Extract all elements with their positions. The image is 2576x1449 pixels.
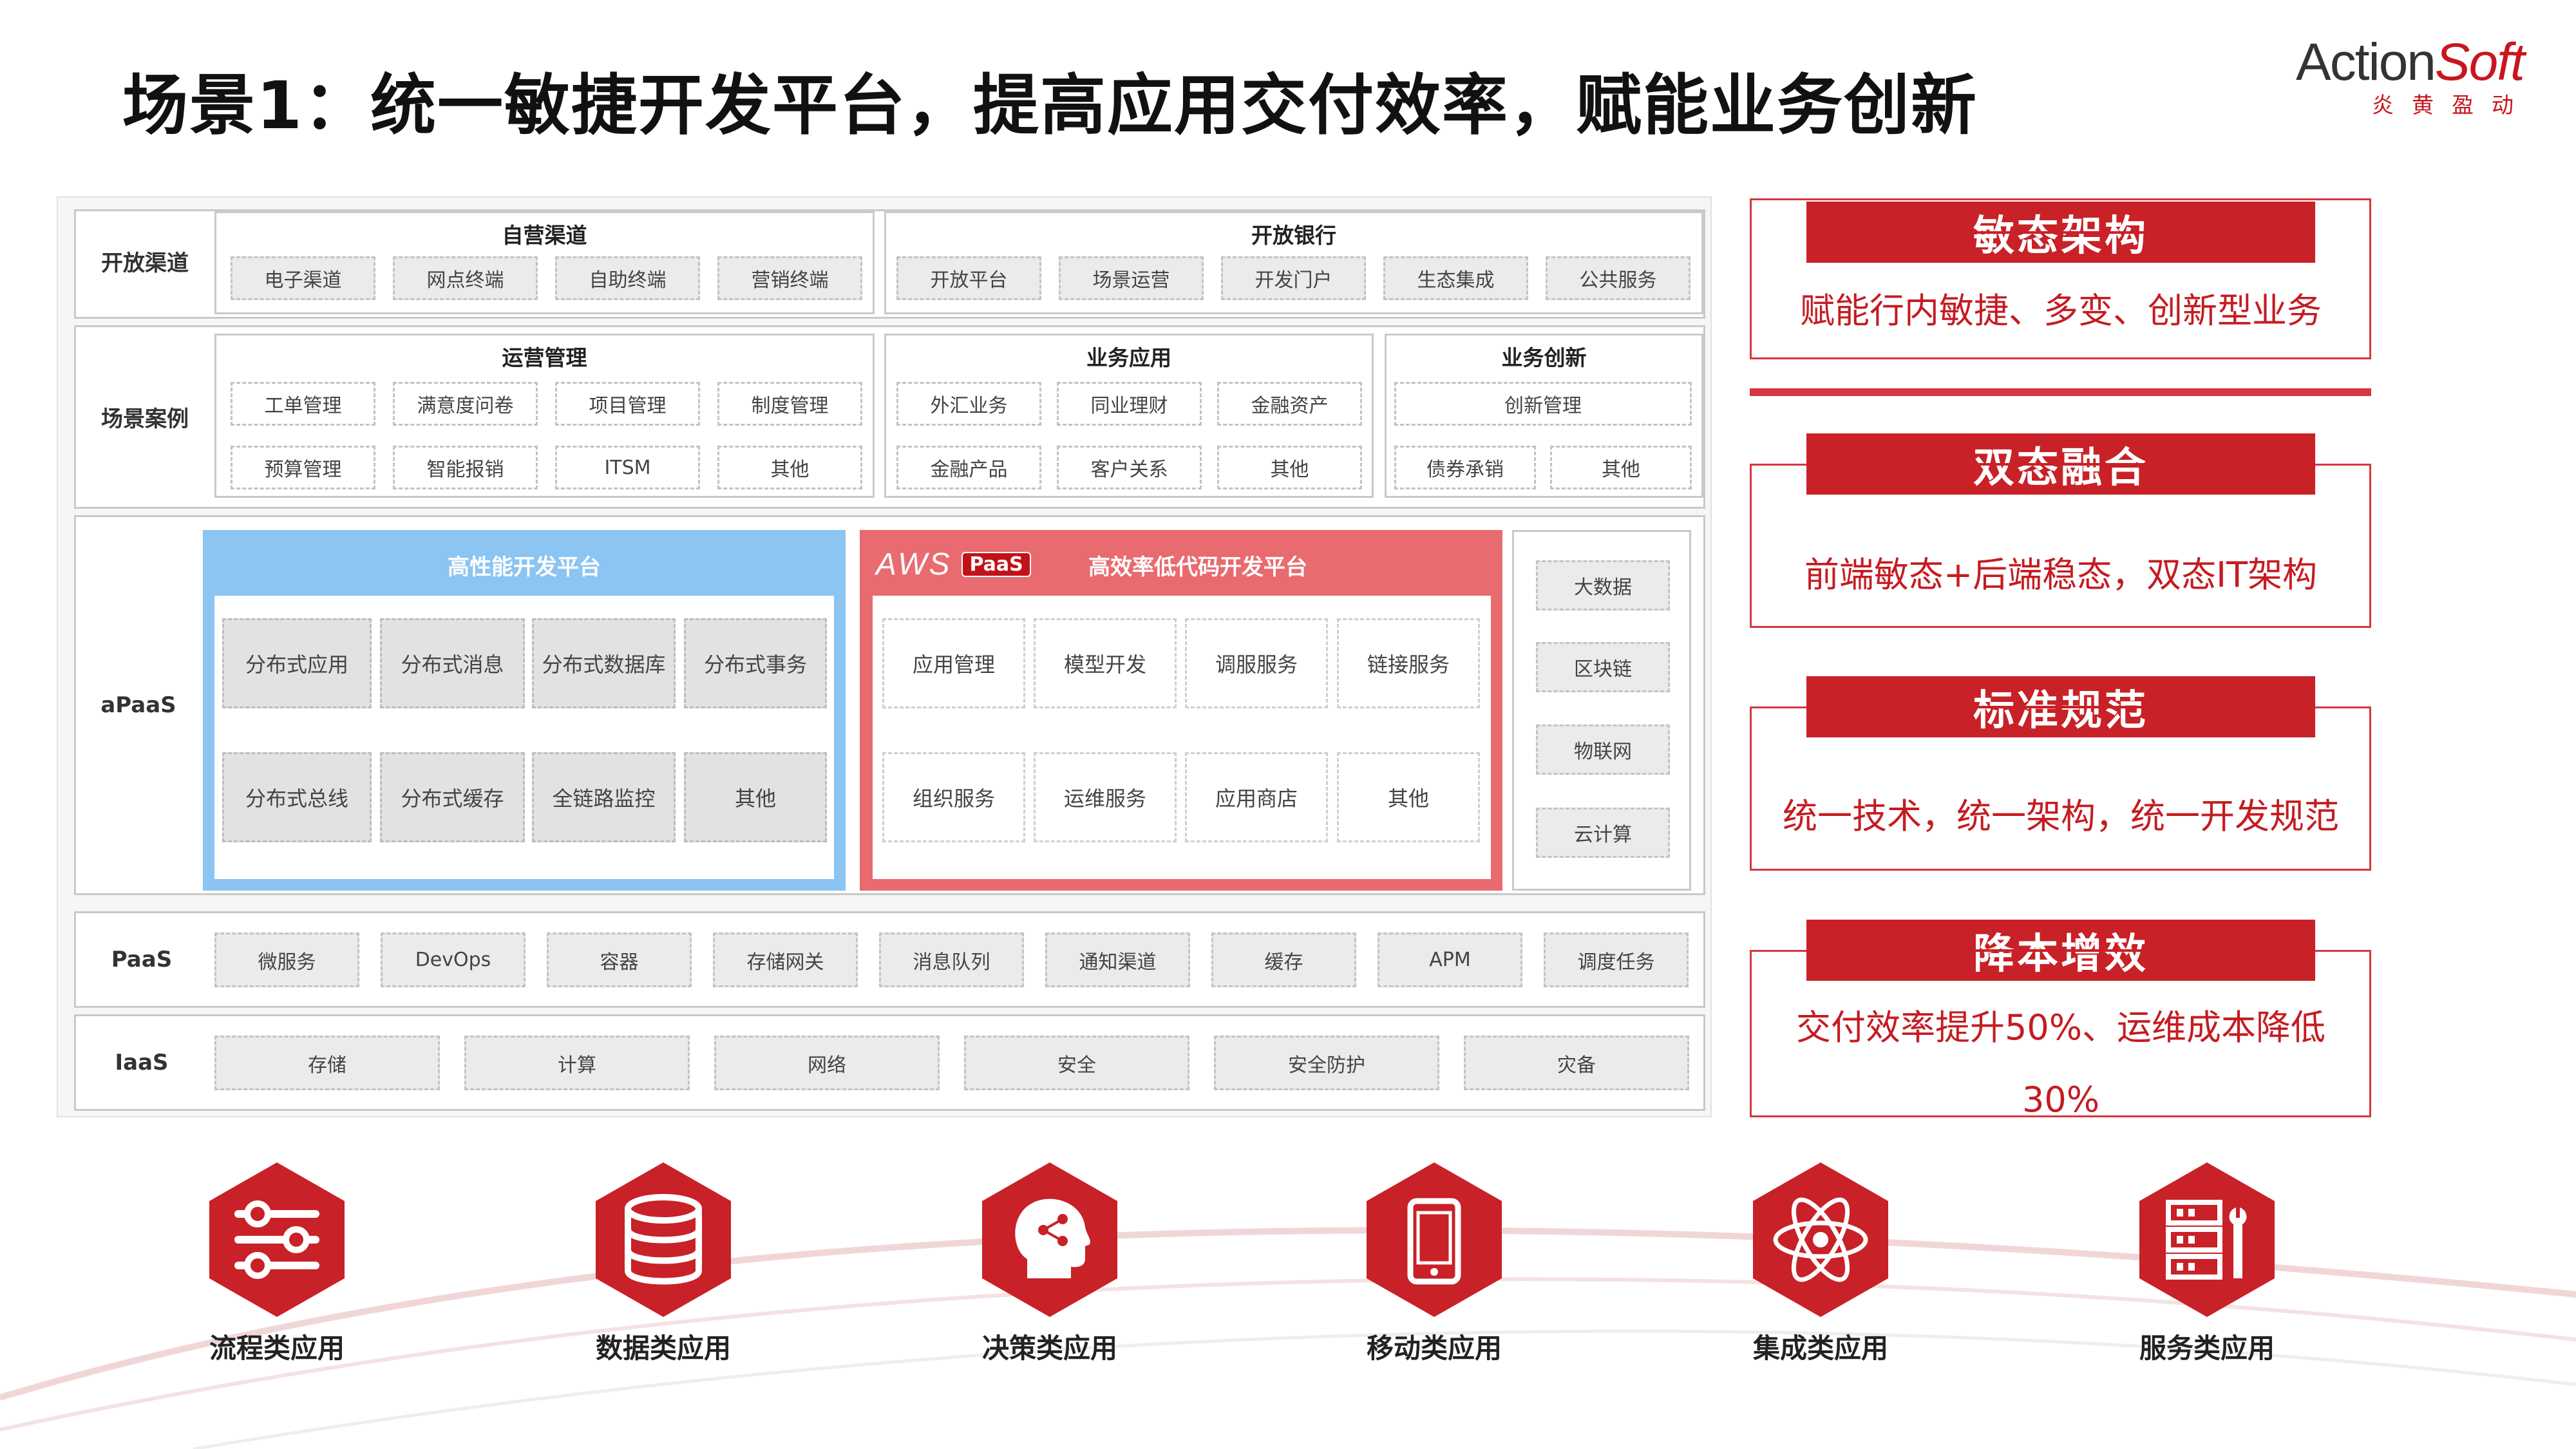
cell-item[interactable]: 微服务 bbox=[214, 933, 359, 987]
low-code-platform-title: 高效率低代码开发平台 bbox=[1088, 554, 1307, 580]
cell-item[interactable]: 其他 bbox=[1550, 446, 1692, 489]
cell-item[interactable]: 公共服务 bbox=[1546, 256, 1690, 300]
cell-item[interactable]: 调服服务 bbox=[1185, 618, 1328, 708]
cell-item[interactable]: 通知渠道 bbox=[1045, 933, 1190, 987]
cell-item[interactable]: 场景运营 bbox=[1059, 256, 1204, 300]
mobile-icon[interactable] bbox=[1367, 1162, 1502, 1317]
actionsoft-logo: ActionSoft 炎黄盈动 bbox=[2296, 33, 2532, 118]
database-icon[interactable] bbox=[596, 1162, 731, 1317]
cell-item[interactable]: ITSM bbox=[555, 446, 700, 489]
value-text: 交付效率提升50%、运维成本降低30% bbox=[1795, 1007, 2326, 1120]
cell-item[interactable]: 模型开发 bbox=[1034, 618, 1177, 708]
group-title: 运营管理 bbox=[502, 345, 587, 370]
row-label-open-channel: 开放渠道 bbox=[101, 250, 189, 276]
cell-item[interactable]: 计算 bbox=[464, 1036, 690, 1090]
cell-item[interactable]: 安全防护 bbox=[1214, 1036, 1439, 1090]
cell-item[interactable]: 全链路监控 bbox=[532, 752, 676, 842]
app-label: 决策类应用 bbox=[981, 1332, 1117, 1364]
cell-item[interactable]: 组织服务 bbox=[882, 752, 1025, 842]
cell-item[interactable]: 物联网 bbox=[1536, 724, 1670, 775]
cell-item[interactable]: 营销终端 bbox=[717, 256, 862, 300]
cell-item[interactable]: 区块链 bbox=[1536, 642, 1670, 692]
cell-item[interactable]: 云计算 bbox=[1536, 808, 1670, 858]
app-label: 流程类应用 bbox=[209, 1332, 345, 1364]
group-title: 自营渠道 bbox=[502, 223, 587, 248]
cell-item[interactable]: 生态集成 bbox=[1383, 256, 1528, 300]
cell-item[interactable]: 预算管理 bbox=[231, 446, 375, 489]
cell-item[interactable]: APM bbox=[1378, 933, 1522, 987]
cell-item[interactable]: 其他 bbox=[717, 446, 862, 489]
cell-item[interactable]: 分布式消息 bbox=[380, 618, 525, 708]
aws-logo: AWS PaaS bbox=[876, 546, 1031, 582]
head-network-icon[interactable] bbox=[982, 1162, 1117, 1317]
cell-item[interactable]: 容器 bbox=[547, 933, 692, 987]
app-label: 集成类应用 bbox=[1752, 1332, 1888, 1364]
value-title: 敏态架构 bbox=[1806, 202, 2315, 263]
atom-icon[interactable] bbox=[1753, 1162, 1888, 1317]
cell-item[interactable]: 灾备 bbox=[1464, 1036, 1689, 1090]
cell-item[interactable]: 应用商店 bbox=[1185, 752, 1328, 842]
value-text: 统一技术，统一架构，统一开发规范 bbox=[1783, 796, 2339, 837]
app-label: 服务类应用 bbox=[2139, 1332, 2275, 1364]
cell-item[interactable]: 调度任务 bbox=[1544, 933, 1689, 987]
cell-item[interactable]: 自助终端 bbox=[555, 256, 700, 300]
cell-item[interactable]: 项目管理 bbox=[555, 382, 700, 426]
group-title: 开放银行 bbox=[1251, 223, 1336, 248]
cell-item[interactable]: 其他 bbox=[684, 752, 827, 842]
value-text: 前端敏态+后端稳态，双态IT架构 bbox=[1804, 554, 2318, 595]
cell-item[interactable]: 分布式总线 bbox=[222, 752, 372, 842]
row-label-paas: PaaS bbox=[111, 947, 173, 972]
cell-item[interactable]: 网络 bbox=[714, 1036, 940, 1090]
cell-item[interactable]: 缓存 bbox=[1211, 933, 1356, 987]
cell-item[interactable]: 其他 bbox=[1337, 752, 1480, 842]
cell-item[interactable]: 债券承销 bbox=[1394, 446, 1536, 489]
row-label-apaas: aPaaS bbox=[100, 692, 176, 718]
cell-item[interactable]: 制度管理 bbox=[717, 382, 862, 426]
group-title: 业务创新 bbox=[1501, 345, 1587, 370]
cell-item[interactable]: 客户关系 bbox=[1057, 446, 1202, 489]
sliders-icon[interactable] bbox=[209, 1162, 345, 1317]
cell-item[interactable]: 安全 bbox=[964, 1036, 1189, 1090]
cell-item[interactable]: 分布式应用 bbox=[222, 618, 372, 708]
cell-item[interactable]: 同业理财 bbox=[1057, 382, 1202, 426]
value-title: 标准规范 bbox=[1806, 676, 2315, 737]
paas-badge: PaaS bbox=[961, 551, 1031, 577]
cell-item[interactable]: 分布式数据库 bbox=[532, 618, 676, 708]
cell-item[interactable]: 网点终端 bbox=[393, 256, 538, 300]
high-performance-platform-title: 高性能开发平台 bbox=[448, 554, 601, 580]
cell-item[interactable]: 链接服务 bbox=[1337, 618, 1480, 708]
cell-item[interactable]: 满意度问卷 bbox=[393, 382, 538, 426]
cell-item[interactable]: 智能报销 bbox=[393, 446, 538, 489]
cell-item[interactable]: 电子渠道 bbox=[231, 256, 375, 300]
cell-item[interactable]: 存储网关 bbox=[713, 933, 858, 987]
cell-item[interactable]: 大数据 bbox=[1536, 560, 1670, 611]
row-label-scenario: 场景案例 bbox=[101, 406, 189, 432]
cell-item[interactable]: 应用管理 bbox=[882, 618, 1025, 708]
cell-item[interactable]: 开发门户 bbox=[1221, 256, 1366, 300]
row-label-iaas: IaaS bbox=[115, 1050, 169, 1075]
cell-item[interactable]: 消息队列 bbox=[879, 933, 1024, 987]
cell-item[interactable]: 开放平台 bbox=[896, 256, 1041, 300]
cell-item[interactable]: 金融资产 bbox=[1217, 382, 1362, 426]
divider-line bbox=[1750, 388, 2371, 396]
value-title: 双态融合 bbox=[1806, 433, 2315, 495]
cell-item[interactable]: 外汇业务 bbox=[896, 382, 1041, 426]
value-title: 降本增效 bbox=[1806, 920, 2315, 981]
cell-item[interactable]: 创新管理 bbox=[1394, 382, 1692, 426]
app-label: 数据类应用 bbox=[595, 1332, 731, 1364]
cell-item[interactable]: DevOps bbox=[381, 933, 526, 987]
server-tools-icon[interactable] bbox=[2139, 1162, 2275, 1317]
group-title: 业务应用 bbox=[1086, 345, 1171, 370]
value-text: 赋能行内敏捷、多变、创新型业务 bbox=[1800, 290, 2322, 331]
cell-item[interactable]: 分布式事务 bbox=[684, 618, 827, 708]
cell-item[interactable]: 工单管理 bbox=[231, 382, 375, 426]
page-title: 场景1：统一敏捷开发平台，提高应用交付效率，赋能业务创新 bbox=[122, 68, 1978, 144]
app-label: 移动类应用 bbox=[1366, 1332, 1502, 1364]
cell-item[interactable]: 运维服务 bbox=[1034, 752, 1177, 842]
cell-item[interactable]: 金融产品 bbox=[896, 446, 1041, 489]
cell-item[interactable]: 分布式缓存 bbox=[380, 752, 525, 842]
cell-item[interactable]: 存储 bbox=[214, 1036, 440, 1090]
cell-item[interactable]: 其他 bbox=[1217, 446, 1362, 489]
